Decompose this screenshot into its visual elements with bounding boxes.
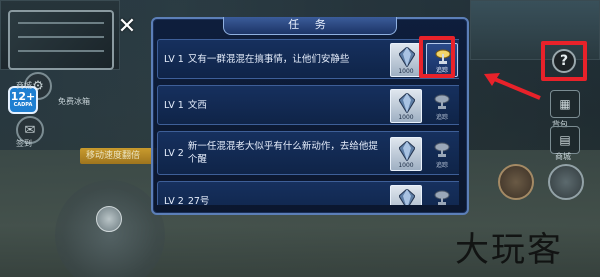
mission-dialog: 任 务 LV 1 又有一群混混在搞事情，让他们安静些 1000 追踪 LV 1 … xyxy=(151,17,469,215)
age-rating-caption: CADPA xyxy=(13,102,33,108)
track-label: 追踪 xyxy=(435,114,448,121)
bag-icon[interactable]: ▦ xyxy=(550,90,580,118)
task-row[interactable]: LV 1 文西 1000 追踪 xyxy=(157,85,459,125)
track-button[interactable]: 追踪 xyxy=(426,137,458,171)
task-title: 27号 xyxy=(187,195,210,206)
track-button[interactable]: 追踪 xyxy=(426,43,458,77)
task-description: LV 1 又有一群混混在搞事情，让他们安静些 xyxy=(164,40,386,78)
task-level: LV 1 xyxy=(164,99,184,111)
watermark-logo: 大玩客 xyxy=(455,230,563,270)
crystal-icon xyxy=(399,141,415,161)
task-row[interactable]: LV 1 又有一群混混在搞事情，让他们安静些 1000 追踪 xyxy=(157,39,459,79)
reward-crystal: 1000 xyxy=(390,137,422,171)
crystal-icon xyxy=(399,93,415,113)
store-icon[interactable]: ▤ xyxy=(550,126,580,154)
task-level: LV 2 xyxy=(164,195,184,206)
help-button[interactable]: ? xyxy=(541,41,587,81)
track-button[interactable]: 追踪 xyxy=(426,89,458,123)
joystick-knob[interactable] xyxy=(96,206,122,232)
task-title: 新一任混混老大似乎有什么新动作，去给他提个醒 xyxy=(187,141,378,165)
crystal-icon xyxy=(399,47,415,67)
hud-left-label-3: 免费冰箱 xyxy=(58,97,90,106)
hud-left-label-2: 签到 xyxy=(16,139,32,148)
task-row[interactable]: LV 2 27号 1000 追踪 xyxy=(157,181,459,205)
satellite-dish-icon xyxy=(434,142,450,157)
task-title: 文西 xyxy=(187,99,207,111)
dialog-title: 任 务 xyxy=(223,17,397,35)
reward-amount: 1000 xyxy=(398,68,414,75)
task-description: LV 1 文西 xyxy=(164,86,386,124)
satellite-dish-icon xyxy=(435,49,451,64)
help-icon: ? xyxy=(552,49,576,73)
track-label: 追踪 xyxy=(435,162,448,169)
reward-amount: 1000 xyxy=(398,114,414,121)
track-label: 追踪 xyxy=(435,67,448,74)
task-description: LV 2 27号 xyxy=(164,182,386,206)
task-row[interactable]: LV 2 新一任混混老大似乎有什么新动作，去给他提个醒 1000 追踪 xyxy=(157,131,459,175)
skill-button[interactable] xyxy=(548,164,584,200)
satellite-dish-icon xyxy=(434,190,450,205)
hud-right-label-3: 商城 xyxy=(555,152,571,161)
minimap[interactable] xyxy=(8,10,114,70)
track-button[interactable]: 追踪 xyxy=(426,185,458,205)
reward-crystal: 1000 xyxy=(390,43,422,77)
task-level: LV 2 xyxy=(164,147,184,159)
task-description: LV 2 新一任混混老大似乎有什么新动作，去给他提个醒 xyxy=(164,132,386,174)
task-level: LV 1 xyxy=(164,53,184,65)
task-title: 又有一群混混在搞事情，让他们安静些 xyxy=(187,53,350,65)
reward-crystal: 1000 xyxy=(390,89,422,123)
reward-amount: 1000 xyxy=(398,162,414,169)
satellite-dish-icon xyxy=(434,94,450,109)
attack-button[interactable] xyxy=(498,164,534,200)
crystal-icon xyxy=(399,189,415,205)
hud-left-label-1: 商城 xyxy=(16,81,32,90)
task-list[interactable]: LV 1 又有一群混混在搞事情，让他们安静些 1000 追踪 LV 1 文西 1… xyxy=(157,39,459,205)
reward-crystal: 1000 xyxy=(390,185,422,205)
close-icon[interactable]: ✕ xyxy=(116,16,138,38)
arrow-icon xyxy=(484,73,541,100)
age-rating-number: 12+ xyxy=(10,90,36,103)
